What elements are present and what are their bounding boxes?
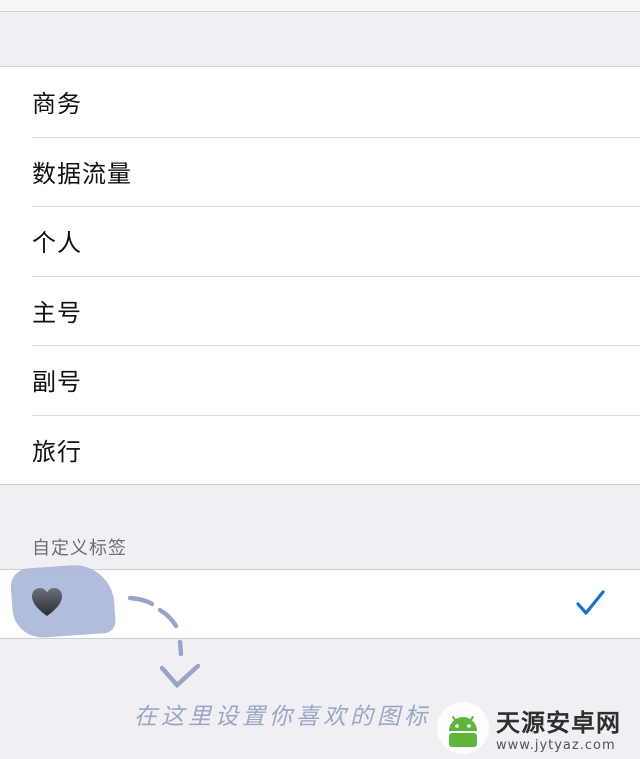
label-item-personal[interactable]: 个人 <box>0 206 640 276</box>
label-item-travel[interactable]: 旅行 <box>0 414 640 485</box>
android-logo-icon <box>437 702 489 754</box>
arrow-doodle <box>127 595 201 689</box>
watermark-title: 天源安卓网 <box>496 709 621 737</box>
annotation-text: 在这里设置你喜欢的图标 <box>134 704 431 730</box>
checkmark-icon <box>576 590 605 615</box>
label-item-secondary[interactable]: 副号 <box>0 345 640 415</box>
label-item-text: 副号 <box>32 368 82 397</box>
label-item-business[interactable]: 商务 <box>0 67 640 137</box>
labels-list: 商务 数据流量 个人 主号 副号 旅行 <box>0 66 640 485</box>
label-item-text: 数据流量 <box>32 159 132 188</box>
watermark: 天源安卓网 www.jytyaz.com <box>436 701 632 755</box>
label-item-text: 主号 <box>32 298 82 327</box>
watermark-url: www.jytyaz.com <box>496 738 616 753</box>
black-heart-icon <box>32 588 62 616</box>
label-item-primary[interactable]: 主号 <box>0 275 640 346</box>
top-strip <box>0 0 640 12</box>
label-item-text: 商务 <box>32 90 82 119</box>
custom-label-section-header: 自定义标签 <box>32 538 127 559</box>
label-item-text: 旅行 <box>32 437 82 466</box>
label-item-data-traffic[interactable]: 数据流量 <box>0 136 640 207</box>
label-item-text: 个人 <box>32 229 82 258</box>
